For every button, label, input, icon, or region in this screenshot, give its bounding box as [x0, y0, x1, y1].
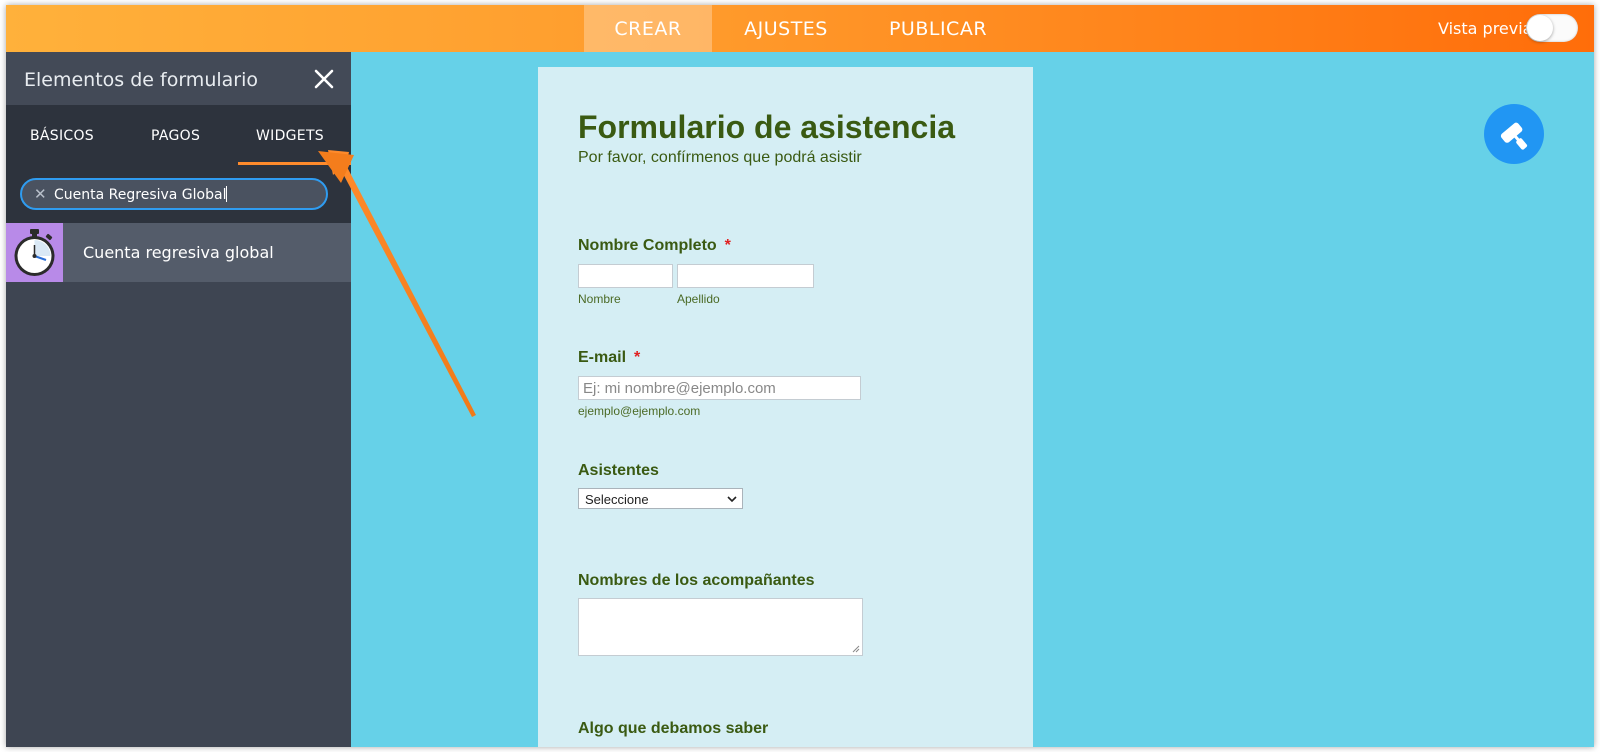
companions-label: Nombres de los acompañantes — [578, 572, 815, 589]
full-name-label-text: Nombre Completo — [578, 237, 717, 254]
last-name-input[interactable] — [677, 264, 814, 288]
sidebar-header: Elementos de formulario — [6, 52, 351, 105]
result-label: Cuenta regresiva global — [83, 243, 274, 262]
preview-toggle[interactable] — [1526, 14, 1578, 42]
paint-roller-icon — [1500, 122, 1528, 150]
attendees-selected-value: Seleccione — [585, 492, 649, 507]
text-caret — [226, 186, 228, 202]
widget-result-item[interactable]: Cuenta regresiva global — [6, 223, 351, 282]
form-subtitle[interactable]: Por favor, confírmenos que podrá asistir — [578, 149, 862, 167]
email-label-text: E-mail — [578, 349, 627, 366]
app-window: CREAR AJUSTES PUBLICAR Vista previa Elem… — [6, 5, 1594, 747]
attendees-select[interactable]: Seleccione — [578, 488, 743, 509]
email-placeholder: Ej: mi nombre@ejemplo.com — [583, 380, 776, 397]
tab-basicos[interactable]: BÁSICOS — [30, 128, 94, 144]
close-icon[interactable] — [312, 67, 336, 91]
tab-pagos[interactable]: PAGOS — [151, 128, 200, 144]
first-name-sublabel: Nombre — [578, 292, 621, 306]
main-tabs: CREAR AJUSTES PUBLICAR — [584, 5, 1016, 52]
stopwatch-icon — [6, 223, 63, 282]
search-area: ✕ Cuenta Regresiva Global — [6, 165, 351, 223]
attendees-label: Asistentes — [578, 462, 659, 479]
email-sublabel: ejemplo@ejemplo.com — [578, 404, 701, 418]
first-name-input[interactable] — [578, 264, 673, 288]
full-name-label: Nombre Completo * — [578, 237, 731, 255]
tab-ajustes[interactable]: AJUSTES — [712, 5, 860, 52]
notes-label: Algo que debamos saber — [578, 720, 769, 737]
top-bar: CREAR AJUSTES PUBLICAR Vista previa — [6, 5, 1594, 52]
toggle-knob — [1527, 15, 1553, 41]
sidebar-tabs: BÁSICOS PAGOS WIDGETS — [6, 105, 351, 165]
tab-widgets[interactable]: WIDGETS — [256, 128, 324, 144]
form-title[interactable]: Formulario de asistencia — [578, 109, 955, 146]
chevron-down-icon — [727, 496, 737, 503]
sidebar-title: Elementos de formulario — [24, 69, 258, 91]
form-designer-button[interactable] — [1484, 104, 1544, 164]
companions-textarea[interactable] — [578, 598, 863, 656]
search-input[interactable]: ✕ Cuenta Regresiva Global — [20, 178, 328, 210]
resize-handle-icon[interactable] — [852, 645, 860, 653]
last-name-sublabel: Apellido — [677, 292, 720, 306]
form-elements-sidebar: Elementos de formulario BÁSICOS PAGOS WI… — [6, 52, 351, 747]
email-field[interactable]: Ej: mi nombre@ejemplo.com — [578, 376, 861, 400]
tab-crear[interactable]: CREAR — [584, 5, 712, 52]
email-label: E-mail * — [578, 349, 640, 367]
preview-label: Vista previa — [1438, 19, 1533, 38]
clear-search-icon[interactable]: ✕ — [34, 185, 47, 203]
form-canvas: Formulario de asistencia Por favor, conf… — [538, 67, 1033, 747]
tab-publicar[interactable]: PUBLICAR — [860, 5, 1016, 52]
required-mark: * — [724, 237, 731, 254]
required-mark: * — [634, 349, 641, 366]
search-value: Cuenta Regresiva Global — [54, 187, 227, 203]
